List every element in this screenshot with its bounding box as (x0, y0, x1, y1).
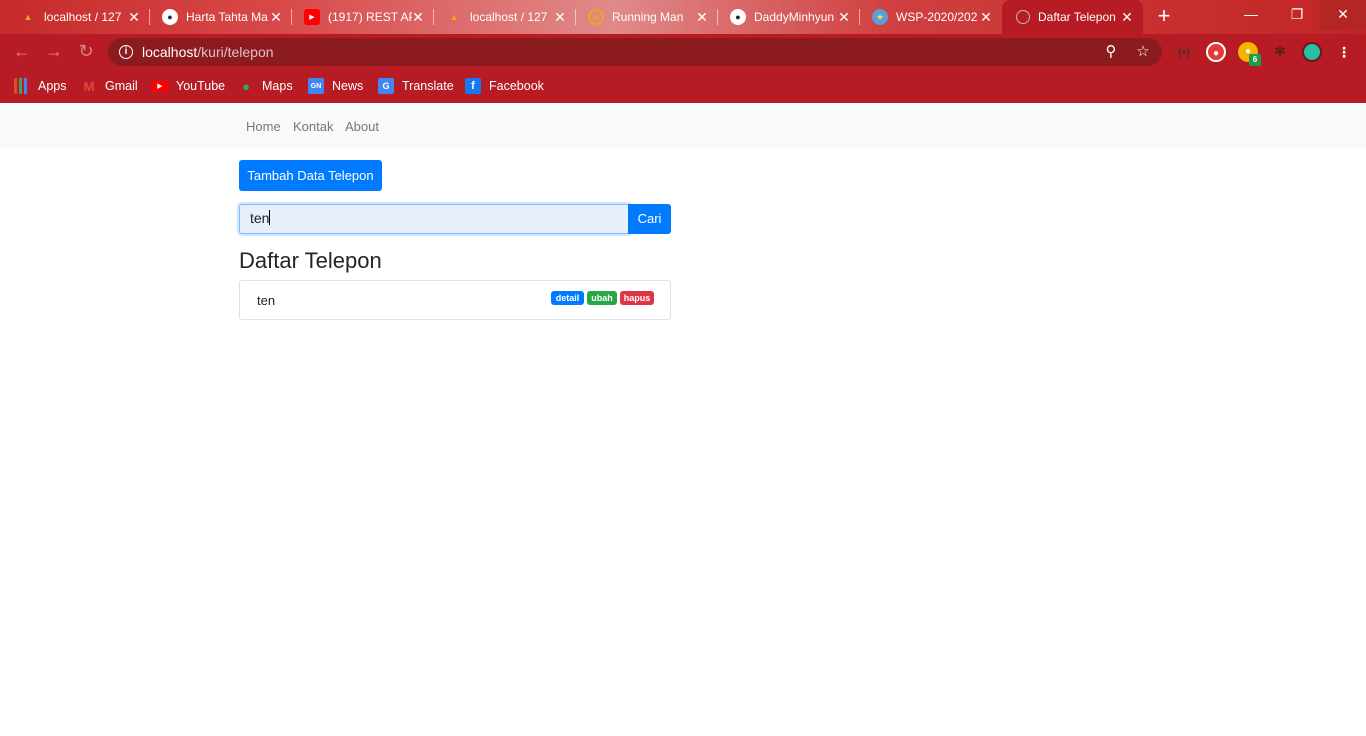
profile-avatar[interactable] (1302, 42, 1322, 62)
search-button[interactable]: Cari (628, 204, 671, 234)
url-text[interactable]: localhost/kuri/telepon (142, 44, 274, 60)
detail-badge[interactable]: detail (551, 291, 584, 305)
maps-icon: ● (242, 78, 250, 94)
tab-title: Running Man (612, 10, 684, 24)
bookmark-label: Apps (38, 79, 67, 93)
zoom-icon[interactable]: ⚲ (1102, 43, 1120, 61)
new-tab-button[interactable]: + (1152, 5, 1176, 29)
tab-title: localhost / 127 (44, 10, 122, 24)
close-icon[interactable]: ✕ (836, 9, 852, 25)
menu-kebab-icon[interactable]: ⋮ (1334, 42, 1354, 62)
tab-title: localhost / 127 (470, 10, 548, 24)
bookmark-apps[interactable]: Apps (14, 76, 67, 96)
github-icon: ● (730, 9, 746, 25)
bookmark-gmail[interactable]: M Gmail (81, 76, 138, 96)
close-icon[interactable]: ✕ (126, 9, 142, 25)
tab-strip: ▲ localhost / 127 ✕ ● Harta Tahta Ma ✕ ▶… (0, 0, 1366, 34)
browser-tab[interactable]: ● Harta Tahta Ma ✕ (142, 0, 292, 34)
reload-icon[interactable]: ↻ (76, 41, 96, 61)
list-item: ten detail ubah hapus (239, 280, 671, 320)
bookmark-news[interactable]: GN News (308, 76, 363, 96)
phpmyadmin-icon: ▲ (23, 12, 33, 22)
close-icon[interactable]: ✕ (268, 9, 284, 25)
close-icon[interactable]: ✕ (694, 9, 710, 25)
minimize-button[interactable]: — (1228, 0, 1274, 30)
record-extension-icon[interactable]: ● (1206, 42, 1226, 62)
bookmark-label: YouTube (176, 79, 226, 93)
browser-tab-active[interactable]: Daftar Telepon ✕ (1002, 0, 1143, 34)
bookmark-facebook[interactable]: f Facebook (465, 76, 544, 96)
bookmark-label: News (332, 79, 364, 93)
close-icon[interactable]: ✕ (552, 9, 568, 25)
nav-kontak[interactable]: Kontak (293, 119, 333, 134)
tab-title: WSP-2020/202 (896, 10, 978, 24)
translate-icon: G (378, 78, 394, 94)
bookmark-maps[interactable]: ● Maps (238, 76, 293, 96)
play-icon: ▶ (588, 9, 604, 25)
tab-title: DaddyMinhyun (754, 10, 835, 24)
info-icon[interactable]: i (119, 45, 133, 59)
tab-title: (1917) REST AP (328, 10, 412, 24)
bookmark-translate[interactable]: G Translate (378, 76, 454, 96)
delete-badge[interactable]: hapus (620, 291, 654, 305)
bookmark-label: Translate (402, 79, 454, 93)
address-bar[interactable]: i localhost/kuri/telepon ⚲ ☆ (108, 38, 1162, 66)
bookmark-label: Maps (262, 79, 293, 93)
bookmark-youtube[interactable]: ▶ YouTube (152, 76, 225, 96)
tab-title: Harta Tahta Ma (186, 10, 268, 24)
close-icon[interactable]: ✕ (978, 9, 994, 25)
nav-home[interactable]: Home (246, 119, 281, 134)
forward-icon[interactable]: → (44, 41, 64, 61)
browser-tab[interactable]: ▲ localhost / 127 ✕ (426, 0, 576, 34)
avatar-icon: ● (162, 9, 178, 25)
nav-about[interactable]: About (345, 119, 379, 134)
close-icon[interactable]: ✕ (410, 9, 426, 25)
browser-tab[interactable]: ▶ Running Man ✕ (568, 0, 718, 34)
back-icon[interactable]: ← (12, 41, 32, 61)
close-icon[interactable]: ✕ (1119, 9, 1135, 25)
bookmark-label: Gmail (105, 79, 138, 93)
site-navbar: Home Kontak About (0, 103, 1366, 148)
youtube-icon: ▶ (304, 9, 320, 25)
apps-grid-icon (14, 78, 30, 94)
youtube-icon: ▶ (152, 80, 168, 92)
phpmyadmin-icon: ▲ (449, 12, 459, 22)
gmail-icon: M (83, 78, 95, 94)
bookmarks-bar: Apps M Gmail ▶ YouTube ● Maps GN News G … (0, 68, 1366, 103)
url-host: localhost (142, 44, 198, 60)
url-path: /kuri/telepon (197, 44, 274, 60)
university-icon: ★ (872, 9, 888, 25)
facebook-icon: f (465, 78, 481, 94)
edit-badge[interactable]: ubah (587, 291, 617, 305)
search-input[interactable]: ten (239, 204, 629, 234)
bookmark-label: Facebook (489, 79, 544, 93)
add-phone-button[interactable]: Tambah Data Telepon (239, 160, 382, 191)
search-value: ten (250, 210, 270, 226)
puzzle-icon[interactable]: ✱ (1270, 42, 1290, 62)
bookmark-star-icon[interactable]: ☆ (1134, 43, 1152, 61)
restore-button[interactable]: ❐ (1274, 0, 1320, 30)
text-caret (269, 210, 271, 225)
browser-tab[interactable]: ▶ (1917) REST AP ✕ (284, 0, 434, 34)
contact-name: ten (257, 293, 276, 308)
extension-badge: 6 (1249, 54, 1261, 66)
browser-tab[interactable]: ▲ localhost / 127 ✕ (0, 0, 150, 34)
json-viewer-extension-icon[interactable]: {≡} (1174, 42, 1194, 62)
page-title: Daftar Telepon (239, 248, 382, 273)
tab-title: Daftar Telepon (1038, 10, 1116, 24)
news-icon: GN (308, 78, 324, 94)
globe-icon (1016, 10, 1030, 24)
window-close-button[interactable]: ✕ (1320, 0, 1366, 30)
browser-tab[interactable]: ★ WSP-2020/202 ✕ (852, 0, 1002, 34)
browser-tab[interactable]: ● DaddyMinhyun ✕ (710, 0, 860, 34)
